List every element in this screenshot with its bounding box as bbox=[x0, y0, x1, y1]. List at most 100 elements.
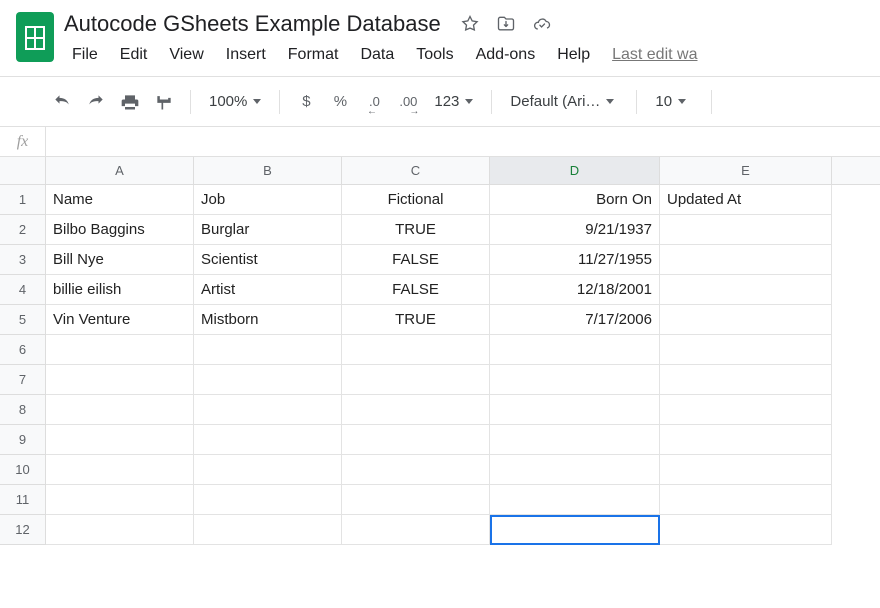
cell-A2[interactable]: Bilbo Baggins bbox=[46, 215, 194, 245]
cell-E1[interactable]: Updated At bbox=[660, 185, 832, 215]
row-header[interactable]: 11 bbox=[0, 485, 46, 515]
row-header[interactable]: 1 bbox=[0, 185, 46, 215]
paint-format-button[interactable] bbox=[150, 87, 178, 117]
document-title[interactable]: Autocode GSheets Example Database bbox=[60, 10, 445, 38]
cell-A9[interactable] bbox=[46, 425, 194, 455]
cell-C11[interactable] bbox=[342, 485, 490, 515]
decrease-decimal-button[interactable]: .0← bbox=[360, 87, 388, 117]
font-family-dropdown[interactable]: Default (Ari… bbox=[504, 93, 624, 110]
cell-E11[interactable] bbox=[660, 485, 832, 515]
cell-A5[interactable]: Vin Venture bbox=[46, 305, 194, 335]
cell-A11[interactable] bbox=[46, 485, 194, 515]
move-to-folder-icon[interactable] bbox=[495, 13, 517, 35]
cell-B12[interactable] bbox=[194, 515, 342, 545]
cell-E8[interactable] bbox=[660, 395, 832, 425]
menu-tools[interactable]: Tools bbox=[406, 42, 463, 68]
cell-D5[interactable]: 7/17/2006 bbox=[490, 305, 660, 335]
cell-A4[interactable]: billie eilish bbox=[46, 275, 194, 305]
last-edit-link[interactable]: Last edit wa bbox=[612, 46, 697, 64]
formula-input[interactable] bbox=[46, 127, 880, 156]
cell-E4[interactable] bbox=[660, 275, 832, 305]
cell-A6[interactable] bbox=[46, 335, 194, 365]
increase-decimal-button[interactable]: .00→ bbox=[394, 87, 422, 117]
cloud-saved-icon[interactable] bbox=[531, 13, 553, 35]
cell-B11[interactable] bbox=[194, 485, 342, 515]
row-header[interactable]: 10 bbox=[0, 455, 46, 485]
row-header[interactable]: 3 bbox=[0, 245, 46, 275]
cell-D12[interactable] bbox=[490, 515, 660, 545]
undo-button[interactable] bbox=[48, 87, 76, 117]
cell-B5[interactable]: Mistborn bbox=[194, 305, 342, 335]
row-header[interactable]: 5 bbox=[0, 305, 46, 335]
cell-D11[interactable] bbox=[490, 485, 660, 515]
zoom-dropdown[interactable]: 100% bbox=[203, 93, 267, 110]
cell-B8[interactable] bbox=[194, 395, 342, 425]
print-button[interactable] bbox=[116, 87, 144, 117]
cell-C4[interactable]: FALSE bbox=[342, 275, 490, 305]
cell-E9[interactable] bbox=[660, 425, 832, 455]
cell-A1[interactable]: Name bbox=[46, 185, 194, 215]
cell-D7[interactable] bbox=[490, 365, 660, 395]
cell-C12[interactable] bbox=[342, 515, 490, 545]
cell-C5[interactable]: TRUE bbox=[342, 305, 490, 335]
menu-edit[interactable]: Edit bbox=[110, 42, 158, 68]
cell-B2[interactable]: Burglar bbox=[194, 215, 342, 245]
redo-button[interactable] bbox=[82, 87, 110, 117]
cell-D3[interactable]: 11/27/1955 bbox=[490, 245, 660, 275]
cell-C2[interactable]: TRUE bbox=[342, 215, 490, 245]
menu-format[interactable]: Format bbox=[278, 42, 349, 68]
star-icon[interactable] bbox=[459, 13, 481, 35]
column-header-A[interactable]: A bbox=[46, 157, 194, 184]
cell-E5[interactable] bbox=[660, 305, 832, 335]
cell-D9[interactable] bbox=[490, 425, 660, 455]
cell-E3[interactable] bbox=[660, 245, 832, 275]
menu-insert[interactable]: Insert bbox=[216, 42, 276, 68]
menu-view[interactable]: View bbox=[159, 42, 213, 68]
cell-D4[interactable]: 12/18/2001 bbox=[490, 275, 660, 305]
format-percent-button[interactable]: % bbox=[326, 87, 354, 117]
cell-C8[interactable] bbox=[342, 395, 490, 425]
menu-addons[interactable]: Add-ons bbox=[466, 42, 546, 68]
font-size-dropdown[interactable]: 10 bbox=[649, 93, 699, 110]
menu-help[interactable]: Help bbox=[547, 42, 600, 68]
column-header-C[interactable]: C bbox=[342, 157, 490, 184]
menu-data[interactable]: Data bbox=[350, 42, 404, 68]
row-header[interactable]: 12 bbox=[0, 515, 46, 545]
select-all-corner[interactable] bbox=[0, 157, 46, 184]
cell-C1[interactable]: Fictional bbox=[342, 185, 490, 215]
cell-D6[interactable] bbox=[490, 335, 660, 365]
cell-B3[interactable]: Scientist bbox=[194, 245, 342, 275]
cell-B9[interactable] bbox=[194, 425, 342, 455]
menu-file[interactable]: File bbox=[62, 42, 108, 68]
cell-B6[interactable] bbox=[194, 335, 342, 365]
row-header[interactable]: 4 bbox=[0, 275, 46, 305]
cell-C10[interactable] bbox=[342, 455, 490, 485]
cell-A8[interactable] bbox=[46, 395, 194, 425]
cell-E2[interactable] bbox=[660, 215, 832, 245]
row-header[interactable]: 7 bbox=[0, 365, 46, 395]
cell-B7[interactable] bbox=[194, 365, 342, 395]
column-header-D[interactable]: D bbox=[490, 157, 660, 184]
row-header[interactable]: 6 bbox=[0, 335, 46, 365]
cell-C7[interactable] bbox=[342, 365, 490, 395]
row-header[interactable]: 9 bbox=[0, 425, 46, 455]
cell-A3[interactable]: Bill Nye bbox=[46, 245, 194, 275]
format-currency-button[interactable]: $ bbox=[292, 87, 320, 117]
cell-A10[interactable] bbox=[46, 455, 194, 485]
row-header[interactable]: 2 bbox=[0, 215, 46, 245]
cell-E12[interactable] bbox=[660, 515, 832, 545]
column-header-B[interactable]: B bbox=[194, 157, 342, 184]
column-header-E[interactable]: E bbox=[660, 157, 832, 184]
cell-C6[interactable] bbox=[342, 335, 490, 365]
sheets-logo[interactable] bbox=[10, 8, 60, 70]
cell-D8[interactable] bbox=[490, 395, 660, 425]
cell-B1[interactable]: Job bbox=[194, 185, 342, 215]
cell-E6[interactable] bbox=[660, 335, 832, 365]
cell-A7[interactable] bbox=[46, 365, 194, 395]
cell-A12[interactable] bbox=[46, 515, 194, 545]
cell-E7[interactable] bbox=[660, 365, 832, 395]
cell-E10[interactable] bbox=[660, 455, 832, 485]
cell-C9[interactable] bbox=[342, 425, 490, 455]
cell-B4[interactable]: Artist bbox=[194, 275, 342, 305]
row-header[interactable]: 8 bbox=[0, 395, 46, 425]
